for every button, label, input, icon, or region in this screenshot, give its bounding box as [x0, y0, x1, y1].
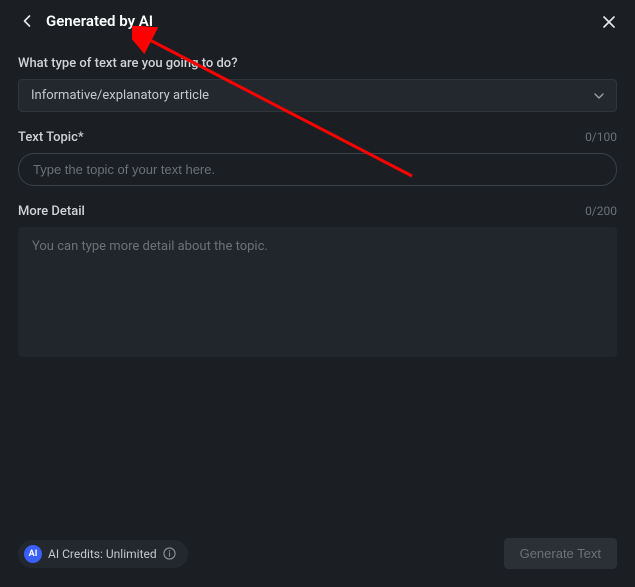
close-icon — [603, 16, 615, 28]
topic-section: Text Topic* 0/100 — [18, 130, 617, 186]
text-type-select[interactable]: Informative/explanatory article — [18, 79, 617, 112]
header: Generated by AI — [0, 0, 635, 38]
ai-credits-pill[interactable]: AI AI Credits: Unlimited — [18, 540, 188, 568]
credits-label: AI Credits: Unlimited — [48, 547, 157, 561]
topic-label: Text Topic* — [18, 130, 84, 145]
text-type-section: What type of text are you going to do? I… — [18, 56, 617, 112]
text-type-value: Informative/explanatory article — [31, 88, 209, 103]
detail-label: More Detail — [18, 204, 85, 219]
topic-input[interactable] — [18, 153, 617, 186]
detail-section: More Detail 0/200 — [18, 204, 617, 361]
detail-textarea[interactable] — [18, 227, 617, 357]
chevron-down-icon — [594, 88, 604, 103]
ai-badge-icon: AI — [24, 545, 42, 563]
detail-counter: 0/200 — [585, 204, 617, 218]
chevron-left-icon — [23, 15, 31, 27]
page-title: Generated by AI — [46, 12, 153, 30]
form-content: What type of text are you going to do? I… — [0, 38, 635, 397]
footer: AI AI Credits: Unlimited Generate Text — [18, 538, 617, 569]
topic-counter: 0/100 — [585, 130, 617, 144]
back-button[interactable] — [18, 12, 36, 30]
close-button[interactable] — [601, 14, 617, 30]
info-icon[interactable] — [163, 547, 176, 560]
generate-text-button[interactable]: Generate Text — [504, 538, 617, 569]
text-type-label: What type of text are you going to do? — [18, 56, 238, 71]
